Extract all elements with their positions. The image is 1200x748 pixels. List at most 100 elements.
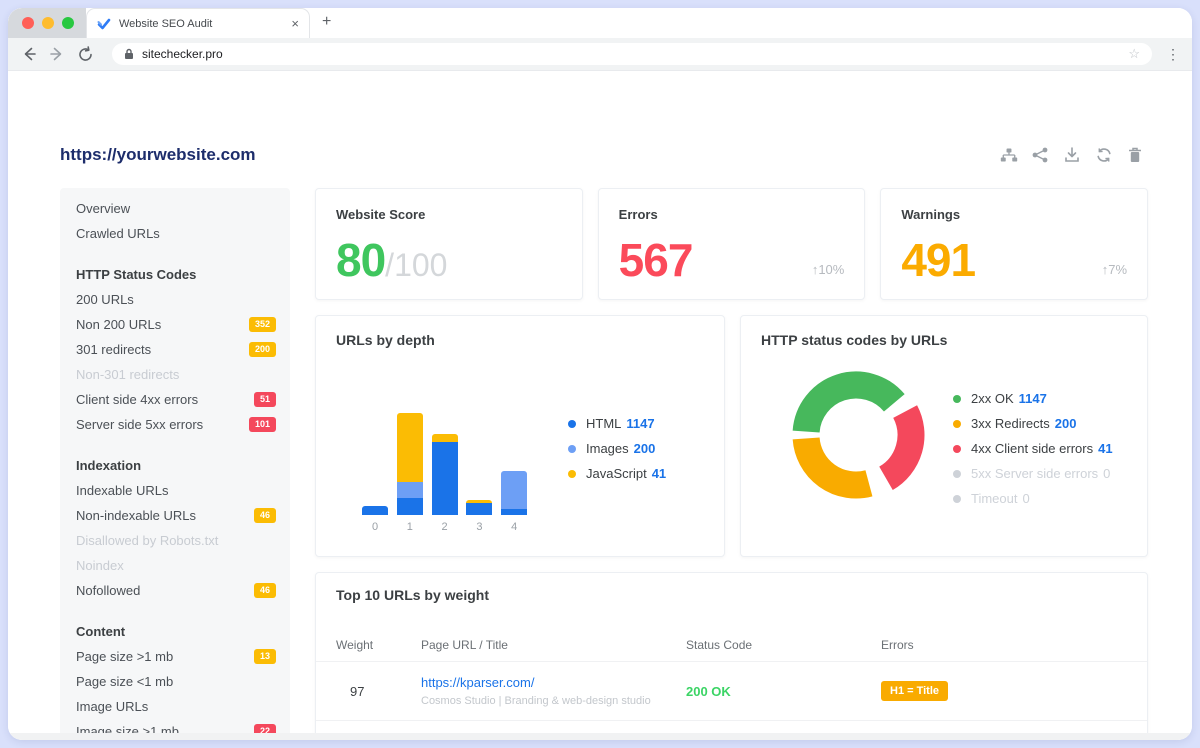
count-badge: 46 <box>254 508 276 523</box>
legend-label: 2xx OK <box>971 391 1014 406</box>
share-icon[interactable] <box>1032 147 1050 165</box>
bar-segment-javascript[interactable] <box>432 434 458 442</box>
bar-segment-html[interactable] <box>432 442 458 515</box>
legend-item-timeout[interactable]: Timeout0 <box>953 486 1113 511</box>
bar-segment-html[interactable] <box>362 506 388 515</box>
sidebar-item-nofollowed[interactable]: Nofollowed46 <box>60 578 290 603</box>
page-url-link[interactable]: https://kparser.com/ <box>421 675 686 690</box>
x-tick-label: 0 <box>362 521 388 533</box>
status-codes-card: HTTP status codes by URLs 2xx OK11473xx … <box>740 315 1148 557</box>
sidebar-item-indexable-urls[interactable]: Indexable URLs <box>60 478 290 503</box>
sidebar-item-non-200-urls[interactable]: Non 200 URLs352 <box>60 312 290 337</box>
bar-segment-images[interactable] <box>501 471 527 509</box>
sidebar-item-200-urls[interactable]: 200 URLs <box>60 287 290 312</box>
legend-dot-icon <box>953 445 961 453</box>
sidebar-item-301-redirects[interactable]: 301 redirects200 <box>60 337 290 362</box>
traffic-light-minimize[interactable] <box>42 17 54 29</box>
count-badge: 200 <box>249 342 276 357</box>
sidebar-item-page-size-1-mb[interactable]: Page size <1 mb <box>60 669 290 694</box>
table-title: Top 10 URLs by weight <box>316 587 1147 603</box>
chart-title: HTTP status codes by URLs <box>761 332 1127 348</box>
charts-row: URLs by depth 01234 HTML1147Images200Jav… <box>315 315 1148 557</box>
legend-item-4xx-client-side-errors[interactable]: 4xx Client side errors41 <box>953 436 1113 461</box>
legend-item-images[interactable]: Images200 <box>568 436 666 461</box>
forward-button[interactable] <box>48 45 66 63</box>
sidebar-item-server-side-5xx-errors[interactable]: Server side 5xx errors101 <box>60 412 290 437</box>
sitemap-icon[interactable] <box>1000 147 1018 165</box>
sidebar-item-non-301-redirects: Non-301 redirects <box>60 362 290 387</box>
donut-chart <box>786 365 926 505</box>
legend-value: 1147 <box>626 416 654 431</box>
sidebar-item-page-size-1-mb[interactable]: Page size >1 mb13 <box>60 644 290 669</box>
download-icon[interactable] <box>1064 147 1082 165</box>
sidebar-item-non-indexable-urls[interactable]: Non-indexable URLs46 <box>60 503 290 528</box>
urls-by-depth-card: URLs by depth 01234 HTML1147Images200Jav… <box>315 315 725 557</box>
legend-item-2xx-ok[interactable]: 2xx OK1147 <box>953 386 1113 411</box>
trash-icon[interactable] <box>1128 147 1146 165</box>
sidebar-item-disallowed-by-robots-txt: Disallowed by Robots.txt <box>60 528 290 553</box>
bar-segment-javascript[interactable] <box>397 413 423 482</box>
donut-segment-4xx-client-side-errors[interactable] <box>886 412 911 479</box>
count-badge: 51 <box>254 392 276 407</box>
bar-segment-html[interactable] <box>501 509 527 515</box>
legend-item-3xx-redirects[interactable]: 3xx Redirects200 <box>953 411 1113 436</box>
legend-item-html[interactable]: HTML1147 <box>568 411 666 436</box>
sidebar-item-indexation: Indexation <box>60 453 290 478</box>
column-header-weight: Weight <box>336 638 421 652</box>
new-tab-button[interactable]: + <box>322 13 331 31</box>
legend-label: JavaScript <box>586 466 647 481</box>
column-header-page-url: Page URL / Title <box>421 638 686 652</box>
errors-value: 567 <box>619 237 693 283</box>
browser-tab[interactable]: Website SEO Audit × <box>86 8 310 38</box>
donut-segment-3xx-redirects[interactable] <box>806 438 869 485</box>
sidebar-item-client-side-4xx-errors[interactable]: Client side 4xx errors51 <box>60 387 290 412</box>
address-url[interactable]: sitechecker.pro <box>142 47 1128 61</box>
status-code-value: 200 OK <box>686 684 881 699</box>
sidebar-item-overview[interactable]: Overview <box>60 196 290 221</box>
bar-depth-2[interactable] <box>432 434 458 515</box>
legend-value: 0 <box>1022 491 1029 506</box>
sidebar-item-label: Disallowed by Robots.txt <box>76 533 276 548</box>
traffic-light-zoom[interactable] <box>62 17 74 29</box>
sidebar-item-label: Client side 4xx errors <box>76 392 254 407</box>
count-badge: 46 <box>254 583 276 598</box>
bookmark-star-icon[interactable]: ☆ <box>1128 46 1140 62</box>
tab-close-icon[interactable]: × <box>291 17 299 30</box>
refresh-icon[interactable] <box>1096 147 1114 165</box>
browser-menu-icon[interactable]: ⋮ <box>1166 46 1180 63</box>
sidebar-item-crawled-urls[interactable]: Crawled URLs <box>60 221 290 246</box>
sidebar-item-label: HTTP Status Codes <box>76 267 276 282</box>
top-urls-table-card: Top 10 URLs by weight Weight Page URL / … <box>315 572 1148 740</box>
window-controls <box>8 8 86 38</box>
sidebar-item-label: Noindex <box>76 558 276 573</box>
bar-chart-legend: HTML1147Images200JavaScript41 <box>568 411 666 486</box>
bar-segment-images[interactable] <box>397 482 423 498</box>
warnings-card: Warnings 491 ↑7% <box>880 188 1148 300</box>
sidebar-item-image-urls[interactable]: Image URLs <box>60 694 290 719</box>
bar-segment-html[interactable] <box>397 498 423 515</box>
score-denominator: /100 <box>385 247 447 283</box>
bar-depth-0[interactable] <box>362 506 388 515</box>
bar-depth-1[interactable] <box>397 413 423 515</box>
error-badge[interactable]: H1 = Title <box>881 681 948 701</box>
x-tick-label: 2 <box>432 521 458 533</box>
audited-site-url[interactable]: https://yourwebsite.com <box>60 145 256 165</box>
bar-depth-3[interactable] <box>466 500 492 515</box>
bar-segment-html[interactable] <box>466 503 492 515</box>
page-bottom-edge <box>8 733 1192 740</box>
reload-button[interactable] <box>76 45 94 63</box>
legend-item-5xx-server-side-errors[interactable]: 5xx Server side errors0 <box>953 461 1113 486</box>
bar-depth-4[interactable] <box>501 471 527 515</box>
legend-item-javascript[interactable]: JavaScript41 <box>568 461 666 486</box>
sidebar-item-label: Indexation <box>76 458 276 473</box>
page-content: https://yourwebsite.com OverviewCrawled … <box>8 71 1192 740</box>
stat-label: Warnings <box>901 207 1127 222</box>
address-bar[interactable]: sitechecker.pro ☆ <box>112 43 1152 65</box>
count-badge: 352 <box>249 317 276 332</box>
browser-window: Website SEO Audit × + sitechecker.pro ☆ … <box>8 8 1192 740</box>
table-header-row: Weight Page URL / Title Status Code Erro… <box>316 629 1147 661</box>
back-button[interactable] <box>20 45 38 63</box>
score-number: 80 <box>336 234 385 286</box>
traffic-light-close[interactable] <box>22 17 34 29</box>
donut-segment-2xx-ok[interactable] <box>806 385 894 432</box>
